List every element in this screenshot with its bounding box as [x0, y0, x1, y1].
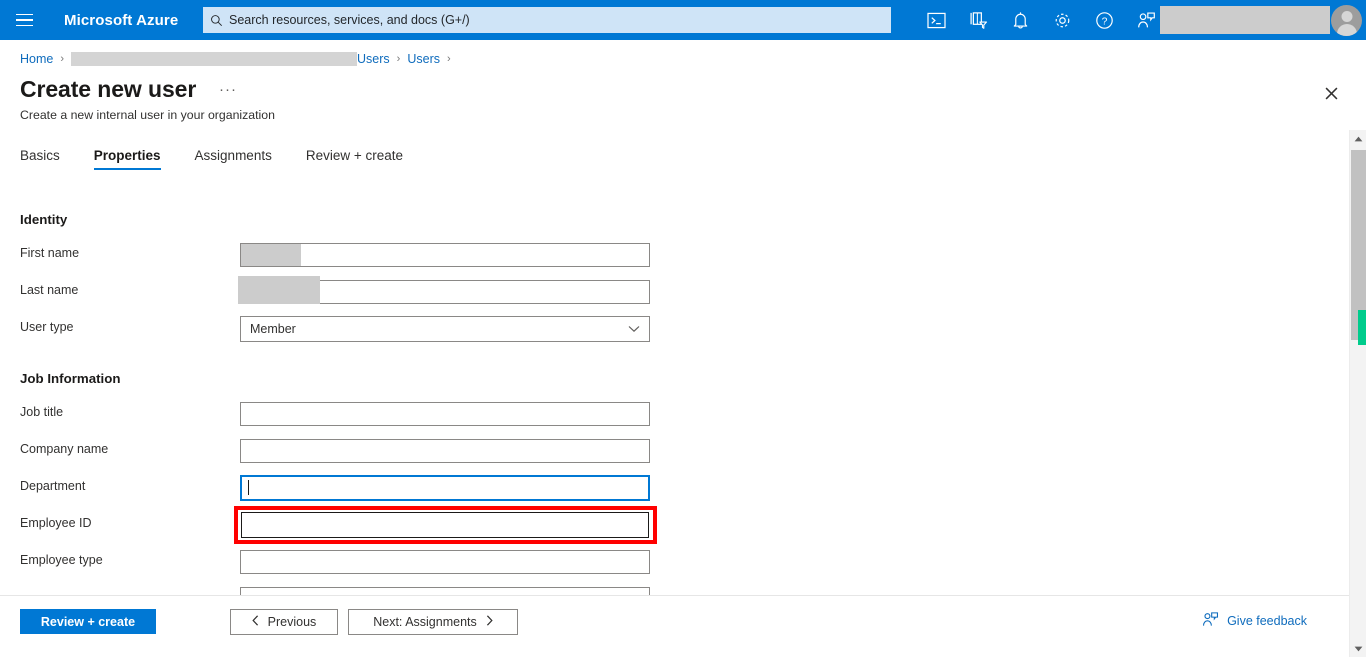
search-input[interactable]: [229, 8, 891, 32]
tab-bar: Basics Properties Assignments Review + c…: [20, 148, 437, 176]
scroll-down-arrow-icon[interactable]: [1350, 640, 1366, 657]
breadcrumb: Home › Users › Users ›: [20, 50, 458, 68]
breadcrumb-item-redacted[interactable]: [71, 52, 358, 66]
form-footer: Review + create Previous Next: Assignmen…: [0, 595, 1349, 657]
hamburger-menu-icon[interactable]: [0, 0, 48, 40]
tab-assignments[interactable]: Assignments: [195, 148, 272, 170]
svg-text:?: ?: [1101, 16, 1107, 27]
label-first-name: First name: [20, 246, 80, 260]
label-user-type: User type: [20, 320, 74, 334]
give-feedback-link[interactable]: Give feedback: [1202, 611, 1307, 631]
properties-form: Identity First name Last name User type …: [0, 190, 1340, 595]
next-button-label: Next: Assignments: [373, 615, 477, 629]
more-options-ellipsis-icon[interactable]: ···: [219, 82, 237, 97]
chevron-left-icon: [252, 615, 259, 629]
department-input[interactable]: [240, 475, 650, 501]
review-create-button[interactable]: Review + create: [20, 609, 156, 634]
hamburger-bars: [15, 13, 33, 27]
company-name-input[interactable]: [240, 439, 650, 463]
scroll-up-arrow-icon[interactable]: [1350, 130, 1366, 147]
breadcrumb-separator: ›: [60, 53, 65, 65]
help-question-icon[interactable]: ?: [1083, 0, 1125, 40]
notifications-bell-icon[interactable]: [999, 0, 1041, 40]
first-name-input[interactable]: [240, 243, 650, 267]
chevron-down-icon: [628, 325, 649, 333]
employee-type-input[interactable]: [240, 550, 650, 574]
user-type-selected-value: Member: [250, 322, 296, 336]
page-subtitle: Create a new internal user in your organ…: [20, 108, 275, 122]
first-name-value-redacted: [241, 244, 301, 266]
settings-gear-icon[interactable]: [1041, 0, 1083, 40]
feedback-person-icon: [1202, 611, 1219, 631]
global-search-box[interactable]: [203, 7, 891, 33]
next-field-input-clipped[interactable]: [240, 587, 650, 595]
page-title: Create new user: [20, 76, 197, 102]
tab-properties[interactable]: Properties: [93, 148, 161, 170]
chevron-right-icon: [486, 615, 493, 629]
breadcrumb-separator: ›: [396, 53, 401, 65]
give-feedback-label: Give feedback: [1227, 614, 1307, 628]
tab-basics[interactable]: Basics: [20, 148, 60, 170]
section-heading-identity: Identity: [20, 212, 68, 227]
breadcrumb-item-users-2[interactable]: Users: [407, 52, 440, 66]
search-icon: [203, 7, 229, 33]
cloud-shell-icon[interactable]: [915, 0, 957, 40]
azure-brand-logo[interactable]: Microsoft Azure: [64, 12, 178, 29]
text-caret: [248, 480, 249, 495]
top-navigation-bar: Microsoft Azure Search resources, servic…: [0, 0, 1366, 40]
scrollbar-position-marker: [1358, 310, 1366, 345]
vertical-scrollbar[interactable]: [1349, 130, 1366, 657]
last-name-value-redacted: [238, 276, 320, 304]
tab-review-create[interactable]: Review + create: [306, 148, 403, 170]
azure-portal-page: Microsoft Azure Search resources, servic…: [0, 0, 1366, 657]
avatar-body: [1336, 24, 1357, 36]
breadcrumb-separator: ›: [447, 53, 451, 65]
label-job-title: Job title: [20, 405, 64, 419]
label-department: Department: [20, 479, 86, 493]
label-last-name: Last name: [20, 283, 79, 297]
label-employee-id: Employee ID: [20, 516, 92, 530]
next-assignments-button[interactable]: Next: Assignments: [348, 609, 518, 635]
close-icon[interactable]: [1318, 80, 1344, 106]
job-title-input[interactable]: [240, 402, 650, 426]
breadcrumb-item-home[interactable]: Home: [20, 52, 53, 66]
section-heading-job-information: Job Information: [20, 371, 121, 386]
previous-button-label: Previous: [267, 615, 317, 629]
account-name-redacted: [1160, 6, 1330, 34]
avatar[interactable]: [1331, 5, 1362, 36]
top-nav-icon-group: ?: [915, 0, 1167, 40]
label-employee-type: Employee type: [20, 553, 103, 567]
user-type-select[interactable]: Member: [240, 316, 650, 342]
avatar-head: [1341, 11, 1352, 22]
employee-id-input[interactable]: [241, 512, 649, 538]
directory-filter-icon[interactable]: [957, 0, 999, 40]
breadcrumb-item-users-1[interactable]: Users: [357, 52, 390, 66]
previous-button[interactable]: Previous: [230, 609, 338, 635]
label-company-name: Company name: [20, 442, 109, 456]
